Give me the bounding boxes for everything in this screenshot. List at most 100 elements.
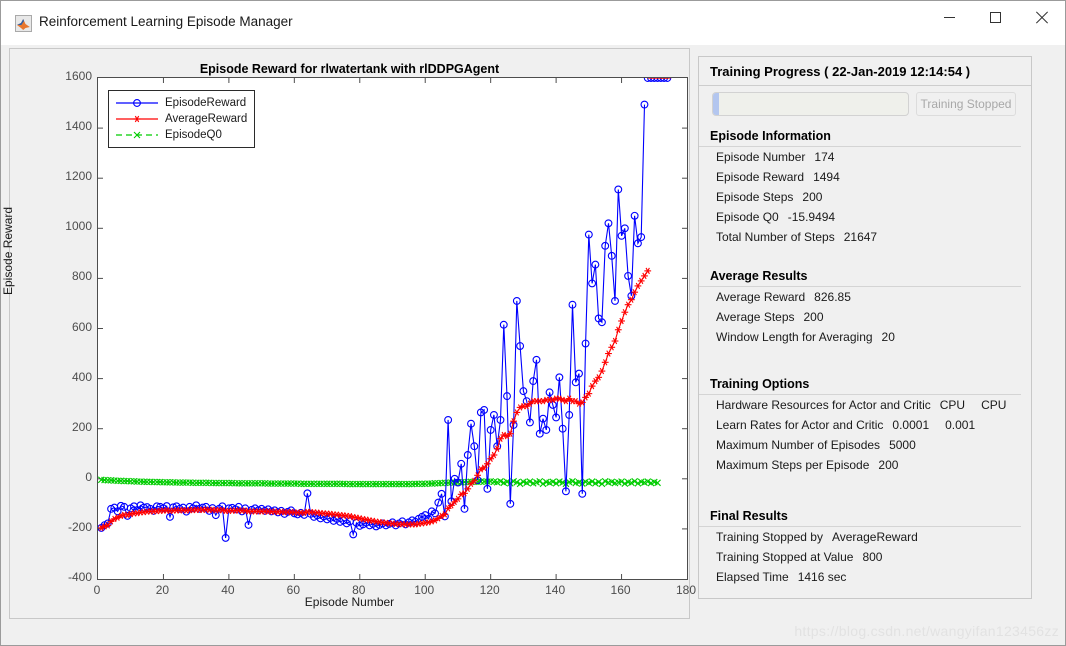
info-row-value: 800 <box>862 550 883 564</box>
plot-title: Episode Reward for rlwatertank with rlDD… <box>199 62 500 76</box>
section-title: Average Results <box>699 269 1021 287</box>
section-title: Episode Information <box>699 129 1021 147</box>
info-row: Total Number of Steps 21647 <box>699 227 1031 247</box>
x-tick-label: 140 <box>545 583 566 597</box>
info-row-key: Average Steps <box>716 310 795 324</box>
y-axis-label: Episode Reward <box>1 206 15 295</box>
info-row-value: 1416 sec <box>797 570 847 584</box>
x-tick-label: 0 <box>93 583 101 597</box>
y-tick-label: 0 <box>85 469 92 484</box>
training-progress-bar <box>712 92 909 116</box>
legend-item-episodeq0: EpisodeQ0 <box>114 127 247 143</box>
info-row-key: Training Stopped by <box>716 530 823 544</box>
info-row-key: Maximum Number of Episodes <box>716 438 881 452</box>
info-row-key: Maximum Steps per Episode <box>716 458 870 472</box>
info-row-key: Episode Steps <box>716 190 794 204</box>
legend-label: EpisodeQ0 <box>165 129 222 141</box>
y-axis-ticks: -400 -200 0 200 400 600 800 1000 1200 1400 1600 <box>40 69 92 584</box>
close-button[interactable] <box>1018 1 1064 33</box>
info-row: Elapsed Time 1416 sec <box>699 567 1031 587</box>
title-bar: Reinforcement Learning Episode Manager <box>1 1 1065 45</box>
chart-legend: EpisodeReward AverageReward EpisodeQ0 <box>108 90 256 148</box>
legend-label: AverageReward <box>165 113 248 125</box>
info-row: Maximum Steps per Episode 200 <box>699 455 1031 475</box>
y-tick-label: 1400 <box>65 119 92 134</box>
info-row: Hardware Resources for Actor and Critic C… <box>699 395 1031 415</box>
legend-item-averagereward: AverageReward <box>114 111 247 127</box>
legend-swatch-circle-icon <box>116 99 158 107</box>
x-tick-label: 100 <box>414 583 435 597</box>
y-tick-label: 400 <box>71 369 92 384</box>
y-tick-label: 1600 <box>65 69 92 83</box>
info-row: Average Steps 200 <box>699 307 1031 327</box>
x-tick-label: 40 <box>221 583 235 597</box>
info-row-key: Total Number of Steps <box>716 230 835 244</box>
info-row: Episode Number 174 <box>699 147 1031 167</box>
app-window: Reinforcement Learning Episode Manager E… <box>0 0 1066 646</box>
y-tick-label: 1200 <box>65 169 92 184</box>
section-episode-information: Episode Information Episode Number 174 Epis… <box>699 129 1031 247</box>
info-row-value: -15.9494 <box>787 210 836 224</box>
x-tick-label: 60 <box>286 583 300 597</box>
legend-swatch-x-icon <box>116 131 158 139</box>
info-row: Episode Q0 -15.9494 <box>699 207 1031 227</box>
progress-row: Training Stopped <box>699 90 1031 120</box>
info-row: Training Stopped at Value 800 <box>699 547 1031 567</box>
maximize-button[interactable] <box>972 1 1018 33</box>
x-tick-label: 160 <box>610 583 631 597</box>
info-row-value: 174 <box>814 150 835 164</box>
info-row-key: Episode Q0 <box>716 210 779 224</box>
close-icon <box>1035 11 1048 24</box>
minimize-button[interactable] <box>926 1 972 33</box>
y-tick-label: -400 <box>67 570 92 584</box>
info-row-key: Learn Rates for Actor and Critic <box>716 418 884 432</box>
training-stopped-button[interactable]: Training Stopped <box>916 92 1016 116</box>
matlab-icon <box>15 15 32 32</box>
info-row-value: 826.85 <box>814 290 851 304</box>
info-row: Episode Reward 1494 <box>699 167 1031 187</box>
x-axis-ticks: 0 20 40 60 80 100 120 140 160 180 <box>94 583 696 601</box>
y-tick-label: 600 <box>71 319 92 334</box>
info-row: Training Stopped by AverageReward <box>699 527 1031 547</box>
progress-fill <box>713 93 719 115</box>
y-tick-label: 1000 <box>65 219 92 234</box>
info-row: Window Length for Averaging 20 <box>699 327 1031 347</box>
x-tick-label: 20 <box>155 583 170 597</box>
info-row-value-secondary: CPU <box>981 398 1007 412</box>
info-row-key: Window Length for Averaging <box>716 330 873 344</box>
info-row-value: 20 <box>881 330 895 344</box>
chart-plot-area[interactable]: EpisodeReward AverageReward EpisodeQ0 <box>97 77 688 580</box>
info-row-key: Episode Reward <box>716 170 805 184</box>
info-row-value-secondary: 0.001 <box>945 418 976 432</box>
training-stopped-label: Training Stopped <box>920 97 1012 111</box>
training-progress-panel: Training Progress ( 22-Jan-2019 12:14:54… <box>698 56 1032 599</box>
info-row: Maximum Number of Episodes 5000 <box>699 435 1031 455</box>
info-row-value: 200 <box>878 458 899 472</box>
info-row: Episode Steps 200 <box>699 187 1031 207</box>
info-row: Average Reward 826.85 <box>699 287 1031 307</box>
legend-label: EpisodeReward <box>165 97 247 109</box>
legend-swatch-asterisk-icon <box>116 115 158 123</box>
legend-item-episodereward: EpisodeReward <box>114 95 247 111</box>
info-row-value: 21647 <box>843 230 878 244</box>
info-row-key: Average Reward <box>716 290 806 304</box>
info-row-key: Training Stopped at Value <box>716 550 854 564</box>
section-title: Final Results <box>699 509 1021 527</box>
section-average-results: Average Results Average Reward 826.85 Avera… <box>699 269 1031 347</box>
window-title: Reinforcement Learning Episode Manager <box>39 14 293 29</box>
y-tick-label: 200 <box>71 419 92 434</box>
info-row-value: 200 <box>802 190 823 204</box>
minimize-icon <box>943 16 955 18</box>
info-row-value: 5000 <box>889 438 916 452</box>
section-title: Training Options <box>699 377 1021 395</box>
watermark: https://blog.csdn.net/wangyifan123456zz <box>794 623 1059 639</box>
plot-panel: Episode Reward for rlwatertank with rlDD… <box>1 48 696 619</box>
x-tick-label: 80 <box>352 583 366 597</box>
y-tick-label: -200 <box>67 519 92 534</box>
panel-header-label: Training Progress ( 22-Jan-2019 12:14:54… <box>710 63 971 79</box>
info-row-key: Hardware Resources for Actor and Critic <box>716 398 931 412</box>
info-row-value: 0.0001 <box>892 418 930 432</box>
section-final-results: Final Results Training Stopped by AverageR… <box>699 509 1031 587</box>
x-tick-label: 120 <box>479 583 500 597</box>
panel-header: Training Progress ( 22-Jan-2019 12:14:54… <box>699 57 1031 86</box>
